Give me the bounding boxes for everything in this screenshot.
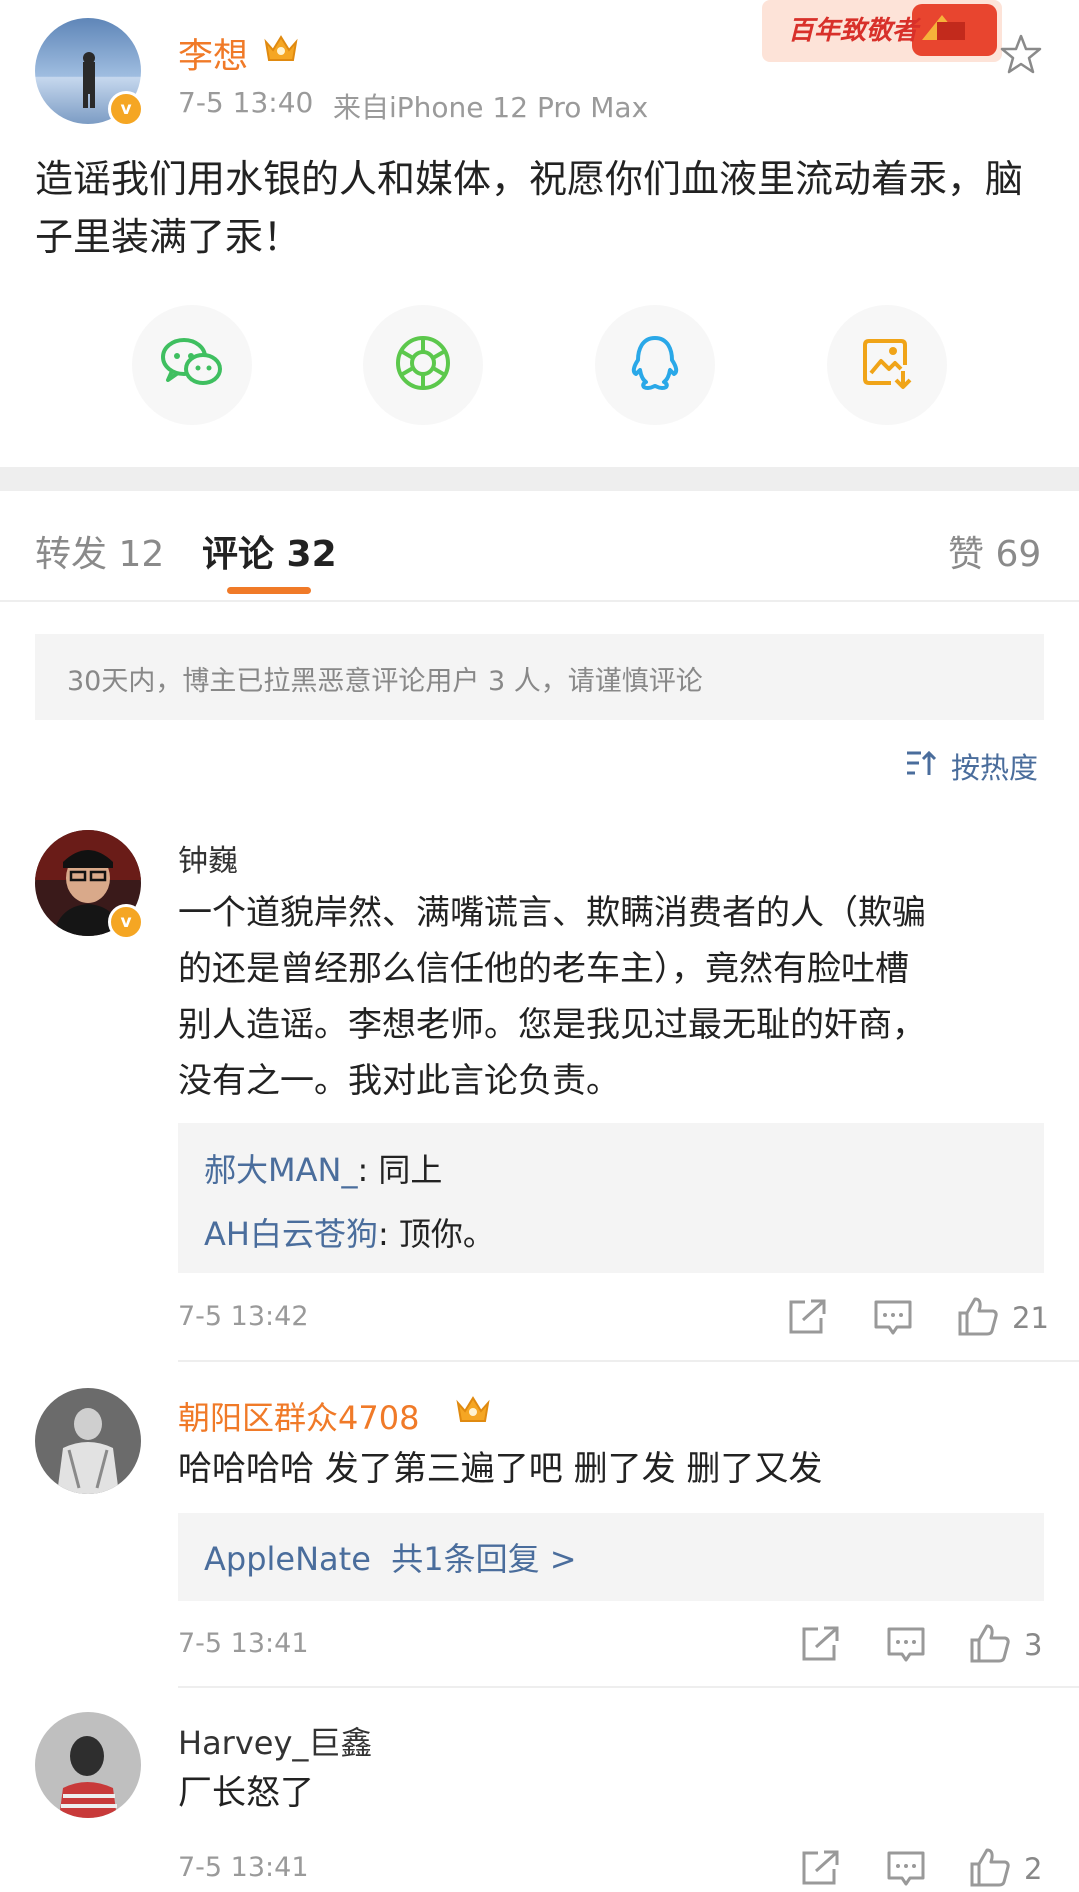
replies-box[interactable]: 郝大MAN_: 同上 AH白云苍狗: 顶你。: [178, 1123, 1044, 1273]
comment-time: 7-5 13:42: [178, 1301, 309, 1332]
commenter-avatar[interactable]: [35, 1388, 141, 1494]
reply-item[interactable]: AH白云苍狗: 顶你。: [204, 1209, 495, 1255]
comment-divider: [178, 1686, 1079, 1688]
commenter-name[interactable]: 朝阳区群众4708: [178, 1393, 419, 1439]
like-count: 21: [1012, 1301, 1049, 1335]
badge-text: 百年致敬者: [788, 16, 919, 46]
reply-text: 顶你。: [398, 1215, 495, 1253]
comment-line: 的还是曾经那么信任他的老车主），竟然有脸吐槽: [178, 949, 909, 989]
comment-text: 哈哈哈哈 发了第三遍了吧 删了发 删了又发: [178, 1449, 823, 1489]
post-content: 造谣我们用水银的人和媒体，祝愿你们血液里流动着汞，脑子里装满了汞！: [35, 157, 1024, 259]
repost-icon[interactable]: [800, 1625, 840, 1667]
tab-active-indicator: [227, 587, 311, 594]
sort-icon: [905, 747, 939, 783]
notice-box: 30天内，博主已拉黑恶意评论用户 3 人，请谨慎评论: [35, 634, 1044, 720]
like-icon[interactable]: [969, 1846, 1011, 1892]
commenter-avatar[interactable]: [35, 1712, 141, 1818]
post-source: 来自iPhone 12 Pro Max: [333, 91, 649, 124]
author-name[interactable]: 李想: [178, 28, 248, 79]
comment-icon[interactable]: [886, 1626, 926, 1668]
comment-line: 别人造谣。李想老师。您是我见过最无耻的奸商，: [178, 1005, 926, 1045]
share-moments-button[interactable]: [363, 305, 483, 425]
reply-text: 同上: [378, 1151, 443, 1189]
favorite-star-icon[interactable]: [1000, 33, 1042, 79]
post-time: 7-5 13:40: [178, 86, 314, 119]
like-icon[interactable]: [957, 1295, 999, 1341]
reply-summary-box[interactable]: AppleNate 共1条回复 >: [178, 1513, 1044, 1601]
tab-comments[interactable]: 评论 32: [202, 525, 337, 577]
like-icon[interactable]: [969, 1622, 1011, 1668]
comment-time: 7-5 13:41: [178, 1852, 309, 1883]
comment-text: 厂长怒了: [178, 1773, 314, 1813]
crown-icon: [455, 1393, 491, 1431]
section-divider: [0, 467, 1079, 491]
tabs-divider: [0, 600, 1079, 602]
reply-user[interactable]: 郝大MAN_: [204, 1151, 357, 1189]
commenter-name[interactable]: 钟巍: [178, 836, 238, 880]
comment-icon[interactable]: [886, 1850, 926, 1892]
comment-time: 7-5 13:41: [178, 1628, 309, 1659]
share-wechat-button[interactable]: [132, 305, 252, 425]
repost-icon[interactable]: [800, 1849, 840, 1891]
anniversary-badge[interactable]: 百年致敬者: [762, 0, 1002, 62]
qq-icon: [628, 334, 682, 396]
sort-label: 按热度: [951, 751, 1039, 785]
like-count: 3: [1024, 1628, 1043, 1662]
comment-divider: [178, 1360, 1079, 1362]
tab-likes[interactable]: 赞 69: [948, 525, 1041, 577]
commenter-name[interactable]: Harvey_巨鑫: [178, 1718, 372, 1764]
comment-icon[interactable]: [873, 1299, 913, 1341]
share-qq-button[interactable]: [595, 305, 715, 425]
comment-line: 没有之一。我对此言论负责。: [178, 1061, 620, 1101]
reply-summary-link[interactable]: AppleNate 共1条回复 >: [204, 1534, 577, 1580]
save-image-button[interactable]: [827, 305, 947, 425]
verified-badge-icon: v: [108, 91, 144, 127]
like-count: 2: [1024, 1852, 1043, 1886]
save-image-icon: [861, 335, 913, 395]
comment-text: 一个道貌岸然、满嘴谎言、欺瞒消费者的人（欺骗 的还是曾经那么信任他的老车主），竟…: [178, 885, 1048, 1109]
moments-icon: [393, 333, 453, 397]
reply-item[interactable]: 郝大MAN_: 同上: [204, 1145, 442, 1191]
repost-icon[interactable]: [787, 1298, 827, 1340]
notice-text: 30天内，博主已拉黑恶意评论用户 3 人，请谨慎评论: [67, 666, 703, 697]
wechat-icon: [160, 335, 224, 395]
verified-badge-icon: v: [108, 904, 144, 940]
crown-icon: [263, 32, 299, 70]
tab-repost[interactable]: 转发 12: [35, 525, 164, 577]
reply-user[interactable]: AH白云苍狗: [204, 1215, 378, 1253]
comment-line: 一个道貌岸然、满嘴谎言、欺瞒消费者的人（欺骗: [178, 893, 926, 933]
